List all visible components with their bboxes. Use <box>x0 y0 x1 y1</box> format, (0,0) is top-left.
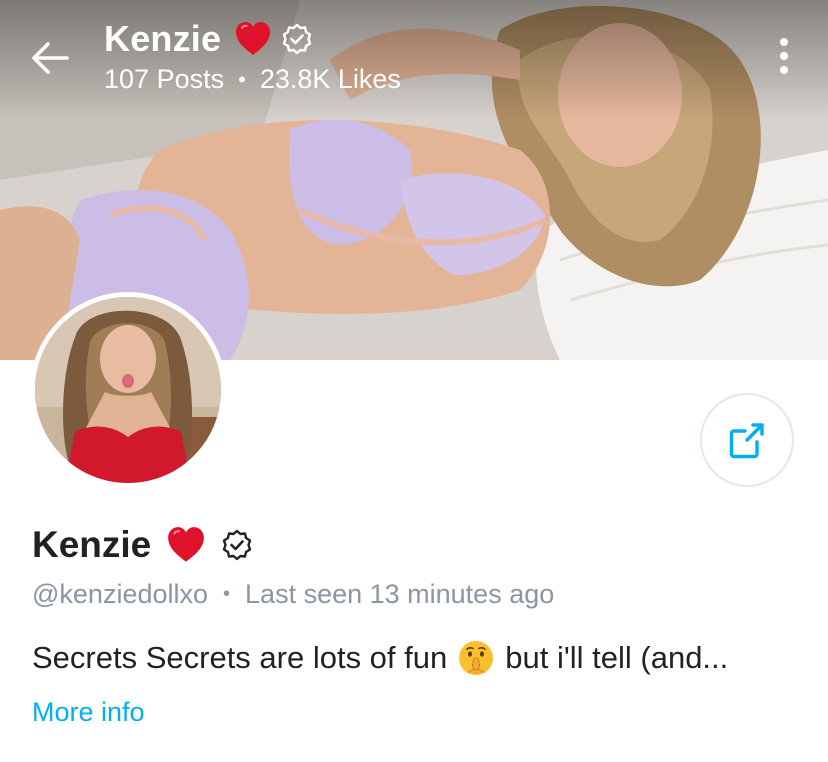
avatar[interactable] <box>30 292 226 488</box>
verified-badge-icon <box>283 23 312 55</box>
bio-text-end: but i'll tell (and... <box>505 640 729 675</box>
profile-page: Kenzie 107 Posts • 23.8K Likes Kenzie @k… <box>0 0 828 762</box>
more-vertical-icon-dot <box>780 52 788 60</box>
likes-count: 23.8K <box>259 64 331 94</box>
profile-name-row: Kenzie <box>32 520 253 570</box>
posts-count: 107 <box>104 64 150 94</box>
posts-label: Posts <box>156 64 225 94</box>
header-stats: 107 Posts • 23.8K Likes <box>104 64 401 95</box>
more-vertical-icon-dot <box>780 66 788 74</box>
username-handle: @kenziedollxo <box>32 578 209 609</box>
verified-badge-icon <box>223 529 252 561</box>
more-vertical-icon-dot <box>780 38 788 46</box>
likes-label: Likes <box>337 64 401 94</box>
header-title-row: Kenzie <box>104 16 401 62</box>
handle-row: @kenziedollxo • Last seen 13 minutes ago <box>32 575 554 613</box>
share-button[interactable] <box>700 393 794 487</box>
profile-name: Kenzie <box>32 524 152 565</box>
back-arrow-icon <box>32 42 69 74</box>
bio-text-start: Secrets Secrets are lots of fun <box>32 640 448 675</box>
header-name: Kenzie <box>104 18 222 59</box>
more-info-link[interactable]: More info <box>32 692 145 732</box>
header-info: Kenzie 107 Posts • 23.8K Likes <box>104 16 401 95</box>
back-button[interactable] <box>28 36 72 80</box>
handle-separator: • <box>223 582 231 605</box>
stats-separator: • <box>238 66 246 92</box>
shushing-face-emoji <box>459 641 494 675</box>
red-heart-icon <box>236 22 271 55</box>
share-icon <box>729 423 764 459</box>
more-options-button[interactable] <box>770 34 798 78</box>
red-heart-icon <box>168 527 205 562</box>
bio-text: Secrets Secrets are lots of fun but i'll… <box>32 636 812 680</box>
avatar-image <box>35 297 221 483</box>
last-seen-status: Last seen 13 minutes ago <box>245 578 555 609</box>
avatar-photo <box>35 297 221 483</box>
